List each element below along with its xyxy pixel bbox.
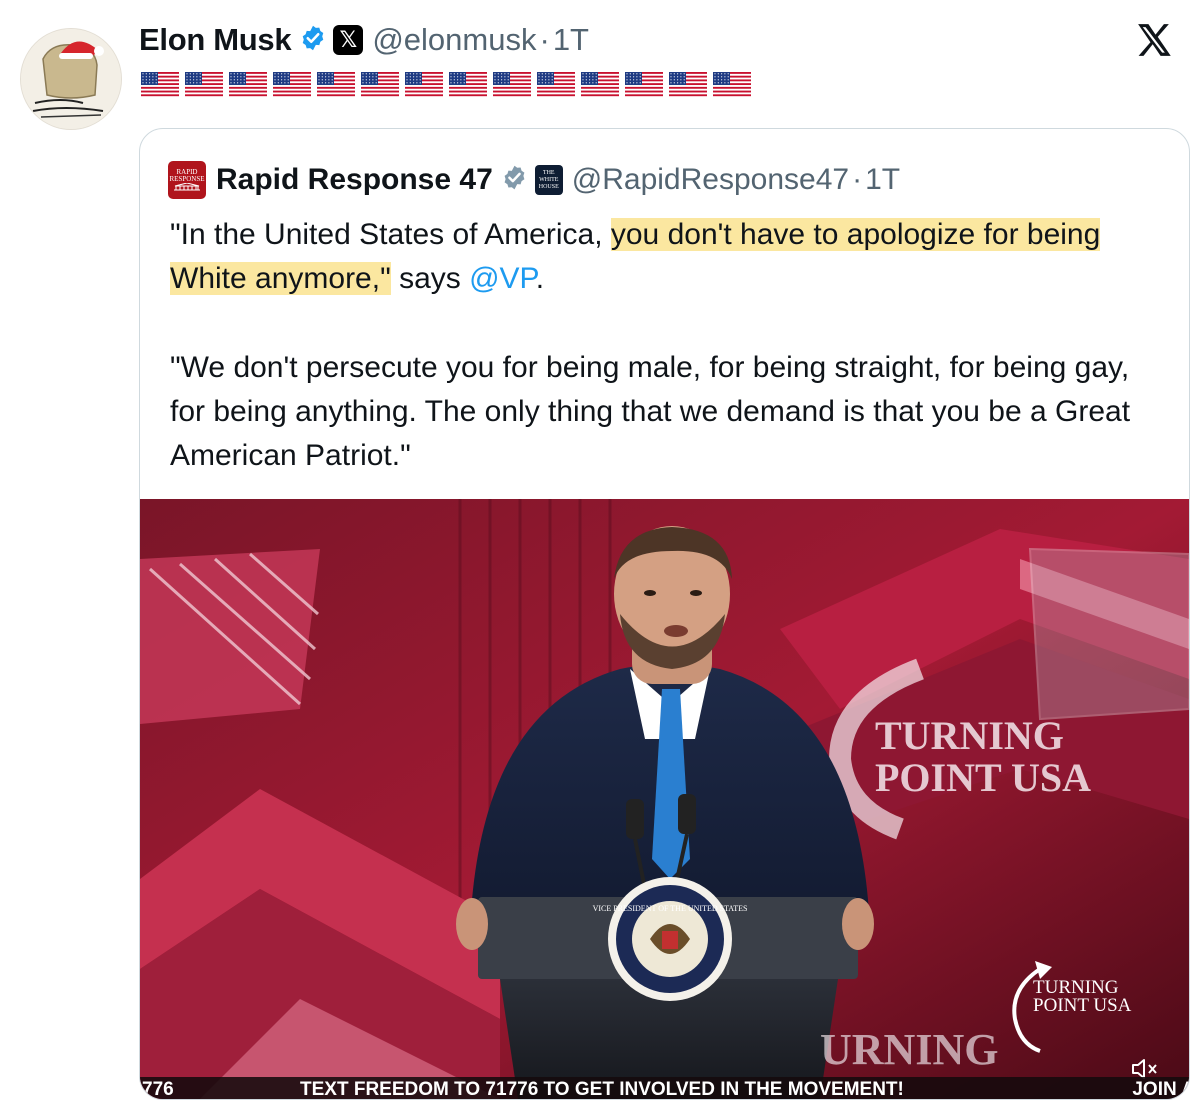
wh-badge-text-3: HOUSE	[538, 183, 559, 190]
flag-emoji-char: 🇺🇸	[185, 72, 223, 98]
flag-emoji-char: 🇺🇸	[537, 72, 575, 98]
post-header: Elon Musk 𝕏 @elonmusk · 1T	[139, 18, 589, 62]
us-flag-emoji: 🇺🇸	[493, 72, 531, 98]
verified-badge-icon	[299, 24, 327, 57]
author-name[interactable]: Elon Musk	[139, 22, 292, 58]
quoted-post-time[interactable]: 1T	[865, 163, 900, 197]
flag-emoji-char: 🇺🇸	[317, 72, 355, 98]
vp-mention-link[interactable]: @VP	[469, 262, 536, 295]
flag-emoji-char: 🇺🇸	[713, 72, 751, 98]
video-player[interactable]: TURNING POINT USA VICE PRESIDENT OF THE …	[140, 499, 1189, 1099]
flag-emoji-char: 🇺🇸	[361, 72, 399, 98]
flag-emoji-row: 🇺🇸🇺🇸🇺🇸🇺🇸🇺🇸🇺🇸🇺🇸🇺🇸🇺🇸🇺🇸🇺🇸🇺🇸🇺🇸🇺🇸	[141, 72, 751, 102]
us-flag-emoji: 🇺🇸	[141, 72, 179, 98]
wh-badge-text-1: THE	[542, 169, 555, 176]
flag-emoji-char: 🇺🇸	[669, 72, 707, 98]
us-flag-emoji: 🇺🇸	[317, 72, 355, 98]
quoted-separator-dot: ·	[852, 163, 863, 196]
watermark-text-2: POINT USA	[1033, 995, 1132, 1016]
para1-lead: "In the United States of America,	[170, 218, 611, 251]
flag-emoji-char: 🇺🇸	[625, 72, 663, 98]
x-logo-icon[interactable]	[1134, 20, 1172, 60]
seal-text: VICE PRESIDENT OF THE UNITED STATES	[593, 904, 748, 913]
wh-badge-text-2: WHITE	[539, 176, 559, 183]
video-ticker-bar: 776 TEXT FREEDOM TO 71776 TO GET INVOLVE…	[140, 1077, 1189, 1099]
us-flag-emoji: 🇺🇸	[229, 72, 267, 98]
rapid-response-avatar[interactable]: RAPID RESPONSE	[168, 161, 206, 199]
author-avatar[interactable]	[20, 28, 122, 130]
lower-backdrop-text: URNING	[820, 1025, 998, 1074]
flag-emoji-char: 🇺🇸	[581, 72, 619, 98]
building-icon	[174, 183, 200, 191]
us-flag-emoji: 🇺🇸	[405, 72, 443, 98]
para1-period: .	[535, 262, 545, 295]
flag-emoji-char: 🇺🇸	[405, 72, 443, 98]
flag-emoji-char: 🇺🇸	[449, 72, 487, 98]
us-flag-emoji: 🇺🇸	[361, 72, 399, 98]
flag-emoji-char: 🇺🇸	[493, 72, 531, 98]
us-flag-emoji: 🇺🇸	[449, 72, 487, 98]
flag-emoji-char: 🇺🇸	[229, 72, 267, 98]
quoted-post-header: RAPID RESPONSE Rapid Response 47 THE WHI…	[168, 157, 900, 203]
quoted-paragraph-2: "We don't persecute you for being male, …	[170, 351, 1131, 472]
backdrop-text-1: TURNING	[875, 713, 1064, 758]
us-flag-emoji: 🇺🇸	[185, 72, 223, 98]
quoted-author-handle[interactable]: @RapidResponse47	[572, 163, 849, 197]
ticker-right-text: JOIN A	[1132, 1079, 1189, 1099]
flag-emoji-char: 🇺🇸	[141, 72, 179, 98]
avatar-art	[21, 29, 121, 129]
us-flag-emoji: 🇺🇸	[625, 72, 663, 98]
ticker-main-text: TEXT FREEDOM TO 71776 TO GET INVOLVED IN…	[300, 1079, 904, 1099]
separator-dot: ·	[539, 22, 550, 57]
ticker-left-text: 776	[142, 1079, 174, 1099]
quoted-post-text: "In the United States of America, you do…	[170, 213, 1165, 478]
post-time[interactable]: 1T	[553, 22, 589, 58]
us-flag-emoji: 🇺🇸	[537, 72, 575, 98]
quoted-post-card[interactable]: RAPID RESPONSE Rapid Response 47 THE WHI…	[139, 128, 1190, 1100]
gray-verified-badge-icon	[501, 164, 528, 196]
quoted-paragraph-1: "In the United States of America, you do…	[170, 213, 1165, 301]
backdrop-text-2: POINT USA	[875, 755, 1091, 800]
us-flag-emoji: 🇺🇸	[669, 72, 707, 98]
us-flag-emoji: 🇺🇸	[273, 72, 311, 98]
x-affiliation-badge-icon: 𝕏	[333, 25, 364, 55]
flag-emoji-char: 🇺🇸	[273, 72, 311, 98]
para1-says: says	[390, 262, 470, 295]
us-flag-emoji: 🇺🇸	[581, 72, 619, 98]
us-flag-emoji: 🇺🇸	[713, 72, 751, 98]
author-handle[interactable]: @elonmusk	[372, 22, 536, 58]
white-house-affiliation-badge: THE WHITE HOUSE	[534, 165, 563, 195]
avatar-logo-text-2: RESPONSE	[169, 175, 205, 183]
quoted-author-name[interactable]: Rapid Response 47	[216, 163, 493, 197]
video-frame: TURNING POINT USA VICE PRESIDENT OF THE …	[140, 499, 1189, 1099]
